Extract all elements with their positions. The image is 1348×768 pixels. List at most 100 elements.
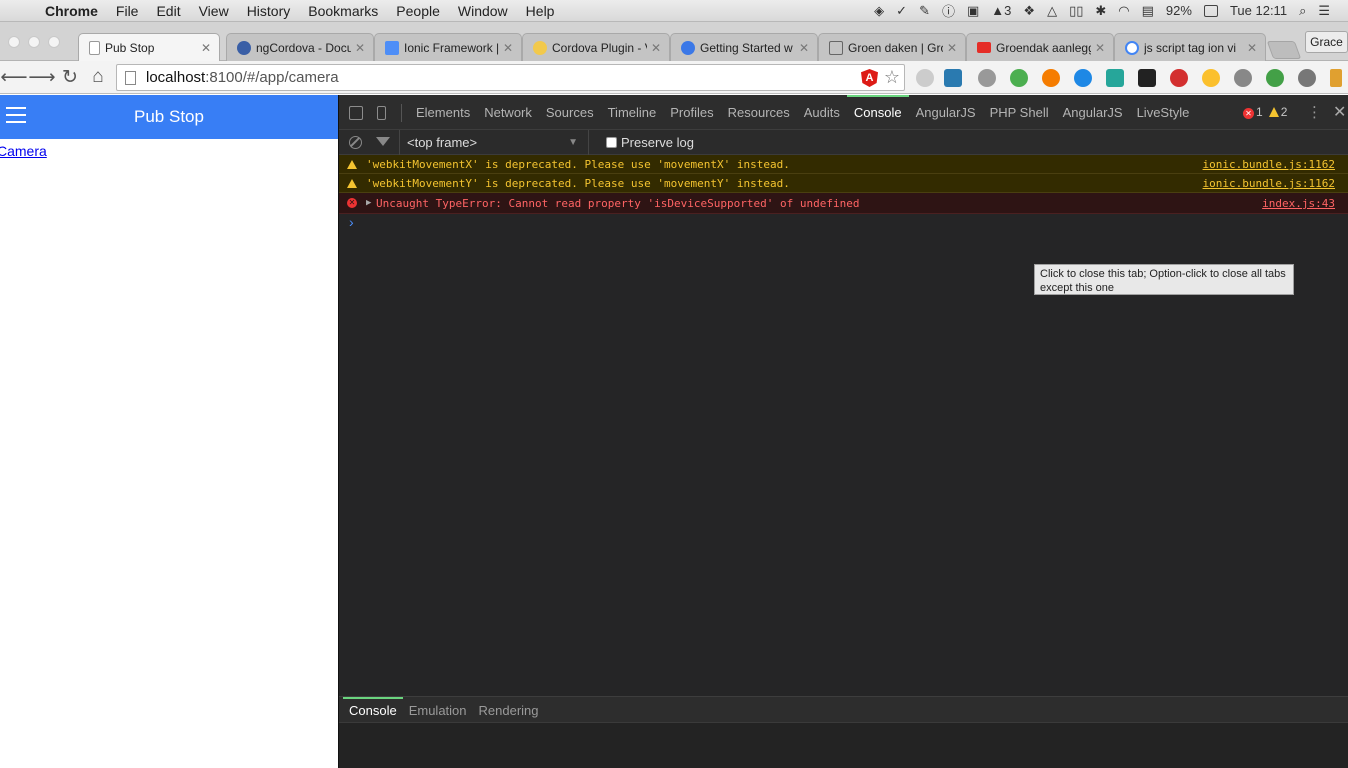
hand-extension-icon[interactable] xyxy=(1170,69,1188,87)
tab-network[interactable]: Network xyxy=(477,95,539,130)
angular-icon[interactable]: A xyxy=(861,69,878,87)
drawer-tab-console[interactable]: Console xyxy=(343,697,403,722)
wifi-icon[interactable]: ◠ xyxy=(1112,3,1135,19)
menu-view[interactable]: View xyxy=(190,3,238,19)
dropbox-icon[interactable]: ❖ xyxy=(1017,3,1041,19)
expand-arrow-icon[interactable]: ▶ xyxy=(366,193,371,214)
close-tab-icon[interactable]: ✕ xyxy=(799,41,809,55)
drawer-tab-rendering[interactable]: Rendering xyxy=(473,697,545,722)
battery-percent[interactable]: 92% xyxy=(1160,3,1198,18)
message-source-link[interactable]: index.js:43 xyxy=(1262,193,1335,214)
checkbox-box[interactable] xyxy=(606,137,617,148)
warning-count-badge: 2 xyxy=(1268,105,1287,119)
menu-edit[interactable]: Edit xyxy=(147,3,189,19)
message-source-link[interactable]: ionic.bundle.js:1162 xyxy=(1203,174,1335,193)
close-tab-icon[interactable]: ✕ xyxy=(201,41,211,55)
inspect-element-icon[interactable] xyxy=(349,106,363,120)
close-tab-icon[interactable]: ✕ xyxy=(1095,41,1105,55)
chrome-extension-icon[interactable] xyxy=(1010,69,1028,87)
tab-audits[interactable]: Audits xyxy=(797,95,847,130)
camera-status-icon[interactable]: ▣ xyxy=(961,3,985,19)
window-extension-icon[interactable] xyxy=(1138,69,1156,87)
new-tab-button[interactable] xyxy=(1266,41,1302,59)
drawer-tab-emulation[interactable]: Emulation xyxy=(403,697,473,722)
menu-bookmarks[interactable]: Bookmarks xyxy=(299,3,387,19)
angular-extension-icon[interactable] xyxy=(1298,69,1316,87)
tab-php-shell[interactable]: PHP Shell xyxy=(983,95,1056,130)
flag-icon[interactable]: ▤ xyxy=(1136,3,1160,19)
tab-groendak[interactable]: Groendak aanlegg ✕ xyxy=(966,33,1114,61)
filter-icon[interactable] xyxy=(376,137,390,146)
tab-cordova-plugin[interactable]: Cordova Plugin - V ✕ xyxy=(522,33,670,61)
close-tab-icon[interactable]: ✕ xyxy=(355,41,365,55)
frame-select[interactable]: <top frame> ▼ xyxy=(399,130,589,155)
more-options-icon[interactable]: ⋮ xyxy=(1307,103,1322,121)
reload-icon[interactable]: ↻ xyxy=(56,66,84,89)
tab-resources[interactable]: Resources xyxy=(721,95,797,130)
menu-people[interactable]: People xyxy=(387,3,449,19)
settings-extension-icon[interactable] xyxy=(916,69,934,87)
battery-icon[interactable] xyxy=(1198,4,1224,17)
tab-getting-started[interactable]: Getting Started w ✕ xyxy=(670,33,818,61)
tab-groen-daken[interactable]: Groen daken | Gro ✕ xyxy=(818,33,966,61)
dropbox-status-icon[interactable]: ◈ xyxy=(868,3,890,19)
drive-status-icon[interactable]: △ xyxy=(1041,3,1063,19)
tab-elements[interactable]: Elements xyxy=(409,95,477,130)
tab-js-script[interactable]: js script tag ion vi ✕ xyxy=(1114,33,1266,61)
back-arrow-icon[interactable]: ⟵ xyxy=(0,66,28,89)
notification-center-icon[interactable]: ☰ xyxy=(1312,3,1336,19)
menu-file[interactable]: File xyxy=(107,3,148,19)
tab-ngcordova[interactable]: ngCordova - Docu ✕ xyxy=(226,33,374,61)
bluetooth-status-icon[interactable]: ✱ xyxy=(1089,3,1112,19)
menu-icon[interactable] xyxy=(1330,69,1342,87)
screens-status-icon[interactable]: ▯▯ xyxy=(1063,3,1089,19)
color-extension-icon[interactable] xyxy=(1202,69,1220,87)
close-tab-icon[interactable]: ✕ xyxy=(1247,41,1257,55)
close-tab-icon[interactable]: ✕ xyxy=(947,41,957,55)
clear-console-icon[interactable] xyxy=(349,136,362,149)
menu-window[interactable]: Window xyxy=(449,3,517,19)
preserve-log-checkbox[interactable]: Preserve log xyxy=(606,135,694,150)
close-tab-icon[interactable]: ✕ xyxy=(503,41,513,55)
message-source-link[interactable]: ionic.bundle.js:1162 xyxy=(1203,155,1335,174)
device-mode-icon[interactable] xyxy=(377,106,386,120)
tab-timeline[interactable]: Timeline xyxy=(601,95,664,130)
clock[interactable]: Tue 12:11 xyxy=(1224,3,1293,18)
window-close-button[interactable] xyxy=(8,36,20,48)
forward-arrow-icon[interactable]: ⟶ xyxy=(28,66,56,89)
tab-ionic[interactable]: Ionic Framework | ✕ xyxy=(374,33,522,61)
recycle-extension-icon[interactable] xyxy=(1234,69,1252,87)
tab-pub-stop[interactable]: Pub Stop ✕ xyxy=(78,33,220,61)
window-zoom-button[interactable] xyxy=(48,36,60,48)
profile-button[interactable]: Grace xyxy=(1305,31,1348,53)
tab-angularjs[interactable]: AngularJS xyxy=(909,95,983,130)
tab-livestyle[interactable]: LiveStyle xyxy=(1130,95,1197,130)
window-minimize-button[interactable] xyxy=(28,36,40,48)
tab-sources[interactable]: Sources xyxy=(539,95,601,130)
menu-help[interactable]: Help xyxy=(517,3,564,19)
spotlight-search-icon[interactable]: ⌕ xyxy=(1293,3,1312,19)
edit-status-icon[interactable]: ✎ xyxy=(913,3,936,19)
check-extension-icon[interactable] xyxy=(1266,69,1284,87)
bookmark-star-icon[interactable]: ☆ xyxy=(884,67,900,88)
tab-console[interactable]: Console xyxy=(846,95,909,130)
adobe-status-icon[interactable]: ▲ 3 xyxy=(985,3,1017,18)
menu-history[interactable]: History xyxy=(238,3,300,19)
fox-extension-icon[interactable] xyxy=(1042,69,1060,87)
check-status-icon[interactable]: ✓ xyxy=(890,3,913,19)
sync-extension-icon[interactable] xyxy=(978,69,996,87)
issue-counts[interactable]: ✕ 1 2 xyxy=(1243,105,1287,119)
console-prompt[interactable]: › xyxy=(339,214,1348,234)
new-extension-icon[interactable] xyxy=(944,69,962,87)
tab-angularjs-2[interactable]: AngularJS xyxy=(1056,95,1130,130)
address-bar[interactable]: localhost :8100/#/app/camera A ☆ xyxy=(116,64,905,91)
tab-profiles[interactable]: Profiles xyxy=(663,95,720,130)
close-devtools-icon[interactable]: ✕ xyxy=(1333,102,1346,122)
info-status-icon[interactable]: ⓘ xyxy=(936,1,961,20)
menu-chrome[interactable]: Chrome xyxy=(36,3,107,19)
wave-extension-icon[interactable] xyxy=(1106,69,1124,87)
pen-extension-icon[interactable] xyxy=(1074,69,1092,87)
home-icon[interactable]: ⌂ xyxy=(84,66,112,88)
camera-link[interactable]: Camera xyxy=(0,143,338,159)
close-tab-icon[interactable]: ✕ xyxy=(651,41,661,55)
